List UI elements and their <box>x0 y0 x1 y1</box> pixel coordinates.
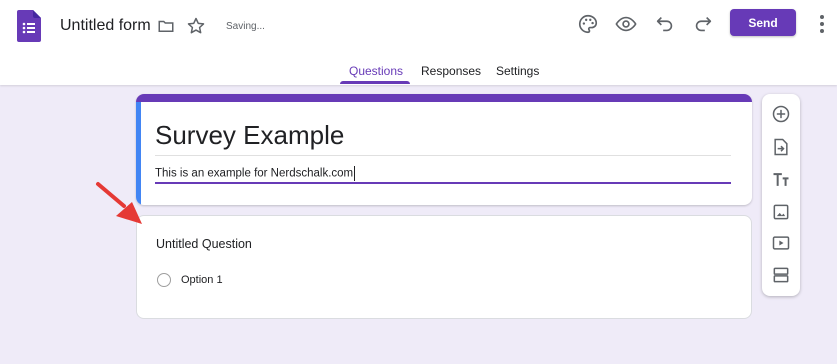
form-description-text: This is an example for Nerdschalk.com <box>155 167 354 180</box>
star-icon[interactable] <box>186 16 206 36</box>
title-divider <box>155 155 731 156</box>
redo-icon[interactable] <box>692 13 714 35</box>
tab-bar: Questions Responses Settings <box>0 56 837 85</box>
form-title-card[interactable]: Survey Example This is an example for Ne… <box>136 94 752 205</box>
send-button[interactable]: Send <box>730 9 796 36</box>
add-video-icon[interactable] <box>771 233 791 253</box>
form-description-field[interactable]: This is an example for Nerdschalk.com <box>155 166 356 181</box>
add-title-description-icon[interactable] <box>771 170 791 190</box>
saving-status: Saving... <box>226 21 265 32</box>
app-header: Untitled form Saving... Send Questions R… <box>0 0 837 85</box>
description-field-underline <box>155 182 731 184</box>
tab-questions[interactable]: Questions <box>349 64 403 78</box>
radio-button[interactable] <box>157 273 171 287</box>
forms-logo-icon[interactable] <box>17 10 41 42</box>
card-accent-bar <box>136 94 752 102</box>
undo-icon[interactable] <box>654 13 676 35</box>
tab-responses[interactable]: Responses <box>421 64 481 78</box>
import-questions-icon[interactable] <box>771 137 791 157</box>
add-image-icon[interactable] <box>771 202 791 222</box>
more-vert-icon[interactable] <box>814 13 830 35</box>
question-card[interactable]: Untitled Question Option 1 <box>136 215 752 319</box>
form-name[interactable]: Untitled form <box>60 17 151 35</box>
floating-toolbar <box>762 94 800 296</box>
form-title[interactable]: Survey Example <box>155 120 344 151</box>
active-tab-indicator <box>340 81 410 84</box>
annotation-arrow-icon <box>96 182 142 224</box>
folder-icon[interactable] <box>157 17 175 35</box>
add-question-icon[interactable] <box>771 104 791 124</box>
option-label[interactable]: Option 1 <box>181 274 223 286</box>
palette-icon[interactable] <box>577 13 599 35</box>
question-title[interactable]: Untitled Question <box>156 237 252 251</box>
add-section-icon[interactable] <box>771 265 791 285</box>
tab-settings[interactable]: Settings <box>496 64 539 78</box>
text-cursor <box>354 166 356 181</box>
preview-eye-icon[interactable] <box>615 13 637 35</box>
